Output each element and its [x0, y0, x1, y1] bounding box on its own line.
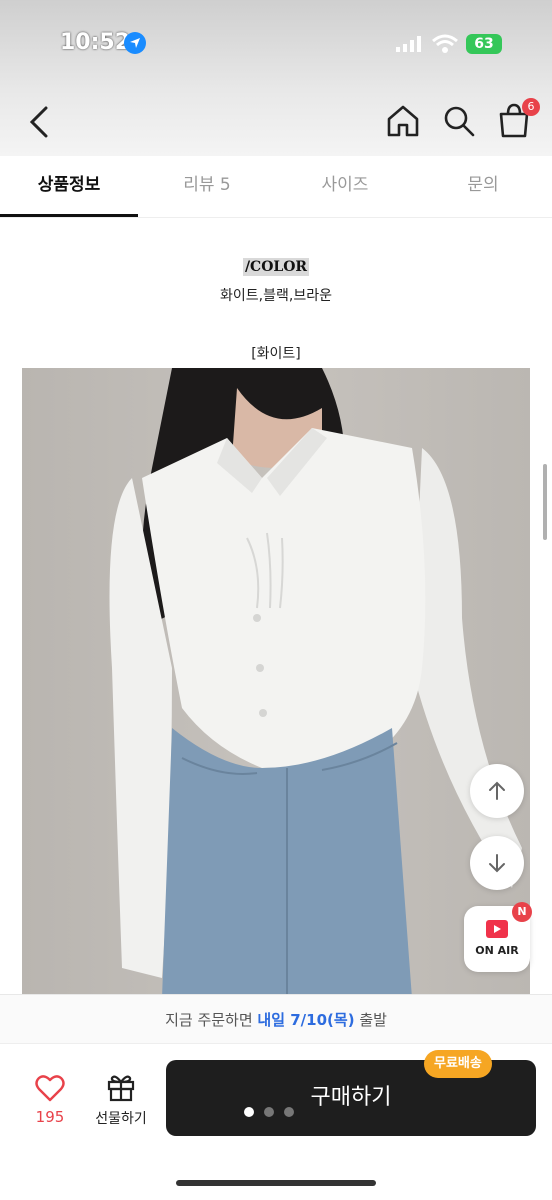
- status-time: 10:52: [60, 30, 131, 55]
- delivery-notice: 지금 주문하면 내일 7/10(목) 출발: [0, 994, 552, 1044]
- delivery-prefix: 지금 주문하면: [165, 1011, 258, 1029]
- wifi-icon: [432, 34, 458, 58]
- scroll-to-bottom-button[interactable]: [470, 836, 524, 890]
- gift-button[interactable]: 선물하기: [88, 1072, 154, 1132]
- tv-play-icon: [486, 920, 508, 938]
- delivery-date: 내일 7/10(목): [257, 1011, 355, 1029]
- home-icon[interactable]: [384, 102, 422, 140]
- cart-count-badge: 6: [522, 98, 540, 116]
- free-shipping-badge: 무료배송: [424, 1050, 492, 1078]
- pager-dot: [244, 1107, 254, 1117]
- color-heading-text: /COLOR: [242, 258, 310, 276]
- tab-product-info[interactable]: 상품정보: [0, 156, 138, 217]
- arrow-down-icon: [489, 854, 505, 873]
- cellular-signal-icon: [396, 36, 422, 56]
- like-count: 195: [35, 1108, 65, 1126]
- product-tabs: 상품정보 리뷰 5 사이즈 문의: [0, 156, 552, 218]
- arrow-up-icon: [489, 781, 505, 800]
- scroll-to-top-button[interactable]: [470, 764, 524, 818]
- tab-reviews[interactable]: 리뷰 5: [138, 156, 276, 217]
- delivery-suffix: 출발: [354, 1011, 387, 1029]
- new-badge: N: [512, 902, 532, 922]
- like-button[interactable]: 195: [28, 1074, 72, 1130]
- home-indicator: [176, 1180, 376, 1186]
- top-header: 6: [0, 90, 552, 156]
- heart-icon: [35, 1075, 65, 1102]
- battery-indicator: 63: [466, 34, 502, 54]
- gift-label: 선물하기: [95, 1111, 147, 1127]
- color-options-text: 화이트,블랙,브라운: [220, 288, 332, 304]
- status-bar: 10:52 63: [0, 0, 552, 90]
- color-heading: /COLOR: [0, 256, 552, 276]
- on-air-label: ON AIR: [475, 944, 519, 957]
- bottom-action-bar: 195 선물하기 구매하기 무료배송: [0, 1044, 552, 1200]
- pager-dot: [264, 1107, 274, 1117]
- tab-inquiry[interactable]: 문의: [414, 156, 552, 217]
- search-icon[interactable]: [440, 102, 478, 140]
- product-photo: [22, 368, 530, 998]
- pager-dots: [244, 1102, 304, 1121]
- variant-label: [화이트]: [251, 346, 301, 362]
- back-icon[interactable]: [20, 102, 60, 142]
- scrollbar[interactable]: [543, 464, 547, 540]
- gift-icon: [107, 1075, 135, 1102]
- pager-dot: [284, 1107, 294, 1117]
- location-arrow-icon: [124, 32, 146, 54]
- tab-size[interactable]: 사이즈: [276, 156, 414, 217]
